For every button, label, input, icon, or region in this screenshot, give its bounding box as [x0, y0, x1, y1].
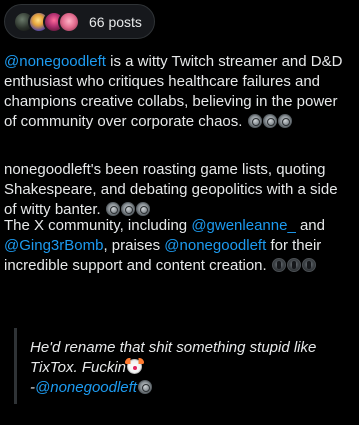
citation-post-icon[interactable]	[262, 114, 277, 128]
mention-link[interactable]: @Ging3rBomb	[4, 237, 103, 254]
quote-line: He'd rename that shit something stupid l…	[30, 339, 317, 356]
citation-post-icon[interactable]	[286, 258, 301, 272]
avatar-stack	[13, 10, 80, 33]
paragraph-text: incredible support and content creation.	[4, 257, 267, 274]
citation-post-icon[interactable]	[105, 202, 120, 216]
citation-post-icon[interactable]	[277, 114, 292, 128]
citation-post-icon[interactable]	[271, 258, 286, 272]
summary-paragraph-2: nonegoodleft's been roasting game lists,…	[4, 160, 353, 220]
paragraph-text: champions creative collabs, believing in…	[4, 93, 338, 110]
paragraph-text: is a witty Twitch streamer and D&D	[105, 53, 343, 70]
posts-count-pill[interactable]: 66 posts	[4, 4, 155, 39]
quote-line: TixTox. Fuckin	[30, 359, 127, 376]
clown-face-icon	[125, 358, 145, 374]
avatar	[58, 10, 80, 33]
paragraph-text: Shakespeare, and debating geopolitics wi…	[4, 181, 338, 198]
paragraph-text: , praises	[103, 237, 165, 254]
summary-paragraph-1: @nonegoodleft is a witty Twitch streamer…	[4, 52, 353, 132]
citation-post-icon[interactable]	[120, 202, 135, 216]
mention-link[interactable]: @nonegoodleft	[4, 53, 106, 70]
posts-count-label: 66 posts	[89, 13, 142, 30]
quote-block: He'd rename that shit something stupid l…	[14, 328, 344, 404]
citation-post-icon[interactable]	[247, 114, 262, 128]
paragraph-text: enthusiast who critiques healthcare fail…	[4, 73, 321, 90]
citation-post-icon[interactable]	[301, 258, 316, 272]
quote-attribution: -@nonegoodleft	[30, 378, 344, 398]
quote-text: He'd rename that shit something stupid l…	[30, 338, 344, 378]
mention-link[interactable]: @nonegoodleft	[35, 379, 137, 396]
paragraph-text: The X community, including	[4, 217, 192, 234]
paragraph-text: of community over corporate chaos.	[4, 113, 243, 130]
citation-post-icon[interactable]	[137, 380, 152, 394]
paragraph-text: and	[295, 217, 325, 234]
paragraph-text: nonegoodleft's been roasting game lists,…	[4, 161, 326, 178]
summary-paragraph-3: The X community, including @gwenleanne_ …	[4, 216, 353, 276]
mention-link[interactable]: @nonegoodleft	[164, 237, 266, 254]
citation-post-icon[interactable]	[135, 202, 150, 216]
mention-link[interactable]: @gwenleanne_	[191, 217, 295, 234]
paragraph-text: for their	[266, 237, 322, 254]
grok-summary-card: 66 posts @nonegoodleft is a witty Twitch…	[4, 4, 355, 404]
